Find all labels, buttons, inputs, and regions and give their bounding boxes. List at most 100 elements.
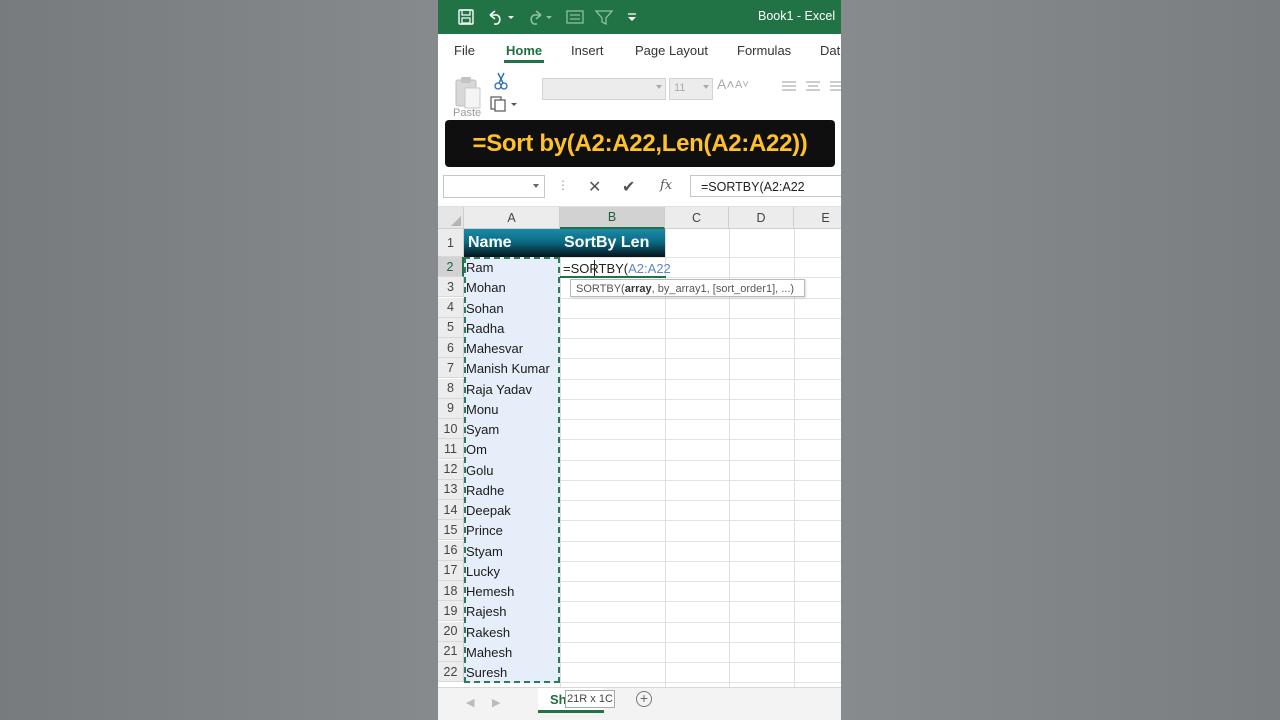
increase-font-size-button[interactable]: A˄ — [717, 76, 735, 92]
row-header[interactable]: 9 — [438, 398, 464, 419]
row-header[interactable]: 11 — [438, 439, 464, 460]
tab-file[interactable]: File — [454, 43, 475, 58]
row-header[interactable]: 15 — [438, 520, 464, 541]
worksheet-grid[interactable]: A B C D E Name SortBy Len =SORTBY(A2:A22… — [438, 207, 841, 687]
sheet-tab-bar: ◀ ▶ Sh 21R x 1C + — [438, 687, 841, 720]
cell-name[interactable]: Syam — [466, 422, 499, 437]
cancel-icon[interactable]: ✕ — [588, 177, 601, 197]
text-cursor — [594, 260, 595, 276]
row-header[interactable]: 6 — [438, 338, 464, 359]
cut-icon[interactable] — [493, 72, 509, 90]
row-header[interactable]: 16 — [438, 540, 464, 561]
cell-name[interactable]: Radhe — [466, 483, 504, 498]
paste-icon[interactable] — [454, 74, 482, 110]
copy-icon[interactable] — [490, 96, 520, 112]
formula-bar: ⋮ ✕ ✔ fx =SORTBY(A2:A22 — [438, 168, 841, 207]
enter-icon[interactable]: ✔ — [622, 177, 635, 197]
ribbon-tabs: File Home Insert Page Layout Formulas Da… — [438, 34, 841, 66]
row-header[interactable]: 19 — [438, 601, 464, 622]
cell-name[interactable]: Mohan — [466, 280, 506, 295]
paste-label: Paste — [453, 107, 482, 119]
row-header[interactable]: 7 — [438, 358, 464, 379]
align-middle-icon[interactable] — [805, 80, 821, 92]
column-header-a[interactable]: A — [464, 207, 560, 229]
align-top-icon[interactable] — [781, 80, 797, 92]
save-icon[interactable] — [456, 6, 476, 28]
tab-formulas[interactable]: Formulas — [737, 43, 791, 58]
cell-name[interactable]: Raja Yadav — [466, 382, 532, 397]
filter-icon[interactable] — [594, 6, 614, 28]
row-header[interactable]: 22 — [438, 662, 464, 683]
row-header[interactable]: 20 — [438, 621, 464, 642]
form-icon[interactable] — [565, 6, 585, 28]
background-left — [0, 0, 438, 720]
cell-name[interactable]: Rakesh — [466, 625, 510, 640]
tab-insert[interactable]: Insert — [571, 43, 604, 58]
column-gridline — [794, 229, 795, 687]
active-tab-indicator — [504, 60, 544, 63]
font-name-dropdown[interactable] — [542, 78, 666, 100]
cell-name[interactable]: Prince — [466, 523, 503, 538]
cell-name[interactable]: Manish Kumar — [466, 361, 550, 376]
customize-quick-access-icon[interactable] — [624, 6, 640, 28]
font-size-dropdown[interactable]: 11 — [669, 78, 713, 100]
cell-name[interactable]: Sohan — [466, 301, 504, 316]
formula-input[interactable]: =SORTBY(A2:A22 — [690, 175, 841, 197]
add-sheet-icon[interactable]: + — [636, 691, 652, 707]
cell-b2-formula[interactable]: =SORTBY(A2:A22 — [563, 261, 671, 276]
range-size-tooltip: 21R x 1C — [565, 690, 615, 708]
cell-b1-header[interactable]: SortBy Len — [560, 229, 665, 257]
tab-data[interactable]: Dat — [820, 43, 840, 58]
document-title: Book1 - Excel — [758, 9, 836, 23]
cell-name[interactable]: Rajesh — [466, 604, 506, 619]
row-header[interactable]: 5 — [438, 317, 464, 338]
row-header[interactable]: 8 — [438, 378, 464, 399]
redo-icon[interactable] — [526, 6, 554, 28]
insert-function-icon[interactable]: fx — [660, 178, 672, 193]
row-header[interactable]: 10 — [438, 419, 464, 440]
align-bottom-icon[interactable] — [829, 80, 841, 92]
column-header-d[interactable]: D — [729, 207, 794, 229]
cell-name[interactable]: Deepak — [466, 503, 511, 518]
cell-name[interactable]: Mahesh — [466, 645, 512, 660]
cell-name[interactable]: Suresh — [466, 665, 507, 680]
next-sheet-icon[interactable]: ▶ — [492, 696, 500, 709]
previous-sheet-icon[interactable]: ◀ — [466, 696, 474, 709]
row-header[interactable]: 4 — [438, 297, 464, 318]
function-argument-tooltip: SORTBY(array, by_array1, [sort_order1], … — [570, 279, 805, 297]
cell-name[interactable]: Lucky — [466, 564, 500, 579]
formula-bar-grip-icon: ⋮ — [557, 178, 569, 192]
column-header-b[interactable]: B — [560, 207, 665, 229]
row-header[interactable]: 12 — [438, 459, 464, 480]
row-header[interactable]: 2 — [438, 257, 464, 277]
cell-name[interactable]: Radha — [466, 321, 504, 336]
column-header-c[interactable]: C — [665, 207, 729, 229]
row-header[interactable]: 14 — [438, 500, 464, 521]
row-header[interactable]: 1 — [438, 229, 464, 257]
cell-name[interactable]: Golu — [466, 463, 493, 478]
row-header[interactable]: 17 — [438, 560, 464, 581]
cell-a1-header[interactable]: Name — [464, 229, 560, 257]
column-gridline — [560, 229, 561, 687]
decrease-font-size-button[interactable]: A˅ — [735, 79, 749, 91]
cell-name[interactable]: Ram — [466, 260, 493, 275]
row-header[interactable]: 3 — [438, 277, 464, 298]
cell-name[interactable]: Monu — [466, 402, 499, 417]
cell-name[interactable]: Hemesh — [466, 584, 514, 599]
tab-home[interactable]: Home — [506, 43, 542, 58]
cell-name[interactable]: Om — [466, 442, 487, 457]
row-header[interactable]: 13 — [438, 479, 464, 500]
cell-name[interactable]: Styam — [466, 544, 503, 559]
formula-caption-banner: =Sort by(A2:A22,Len(A2:A22)) — [445, 120, 835, 167]
excel-window: Book1 - Excel File Home Insert Page Layo… — [438, 0, 841, 720]
cell-name[interactable]: Mahesvar — [466, 341, 523, 356]
background-right — [841, 0, 1280, 720]
row-header[interactable]: 18 — [438, 581, 464, 602]
select-all-corner[interactable] — [438, 207, 464, 229]
name-box[interactable] — [443, 175, 545, 198]
column-header-e[interactable]: E — [794, 207, 841, 229]
undo-icon[interactable] — [485, 6, 515, 28]
title-bar: Book1 - Excel — [438, 0, 841, 34]
tab-page-layout[interactable]: Page Layout — [635, 43, 708, 58]
row-header[interactable]: 21 — [438, 641, 464, 662]
